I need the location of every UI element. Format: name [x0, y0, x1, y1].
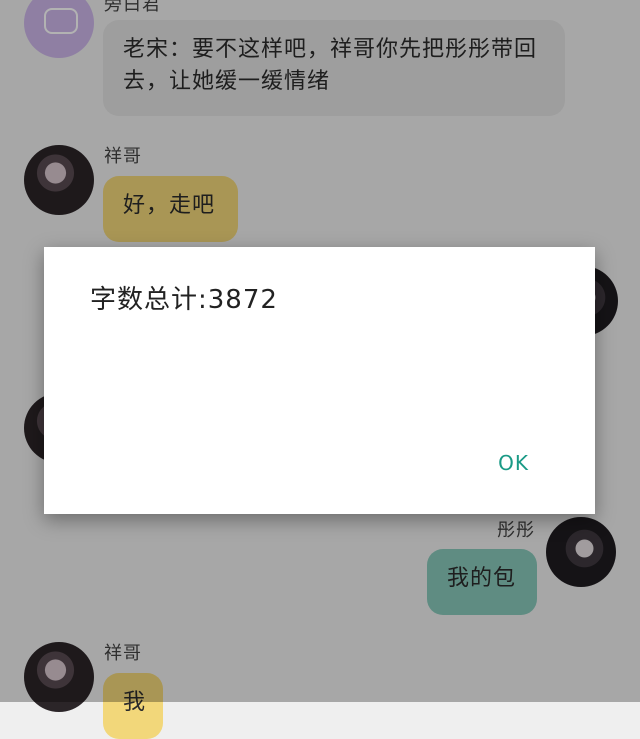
- dialog-message: 字数总计:3872: [90, 285, 278, 315]
- ok-button[interactable]: OK: [498, 451, 529, 475]
- word-count-dialog: 字数总计:3872 OK: [44, 247, 595, 514]
